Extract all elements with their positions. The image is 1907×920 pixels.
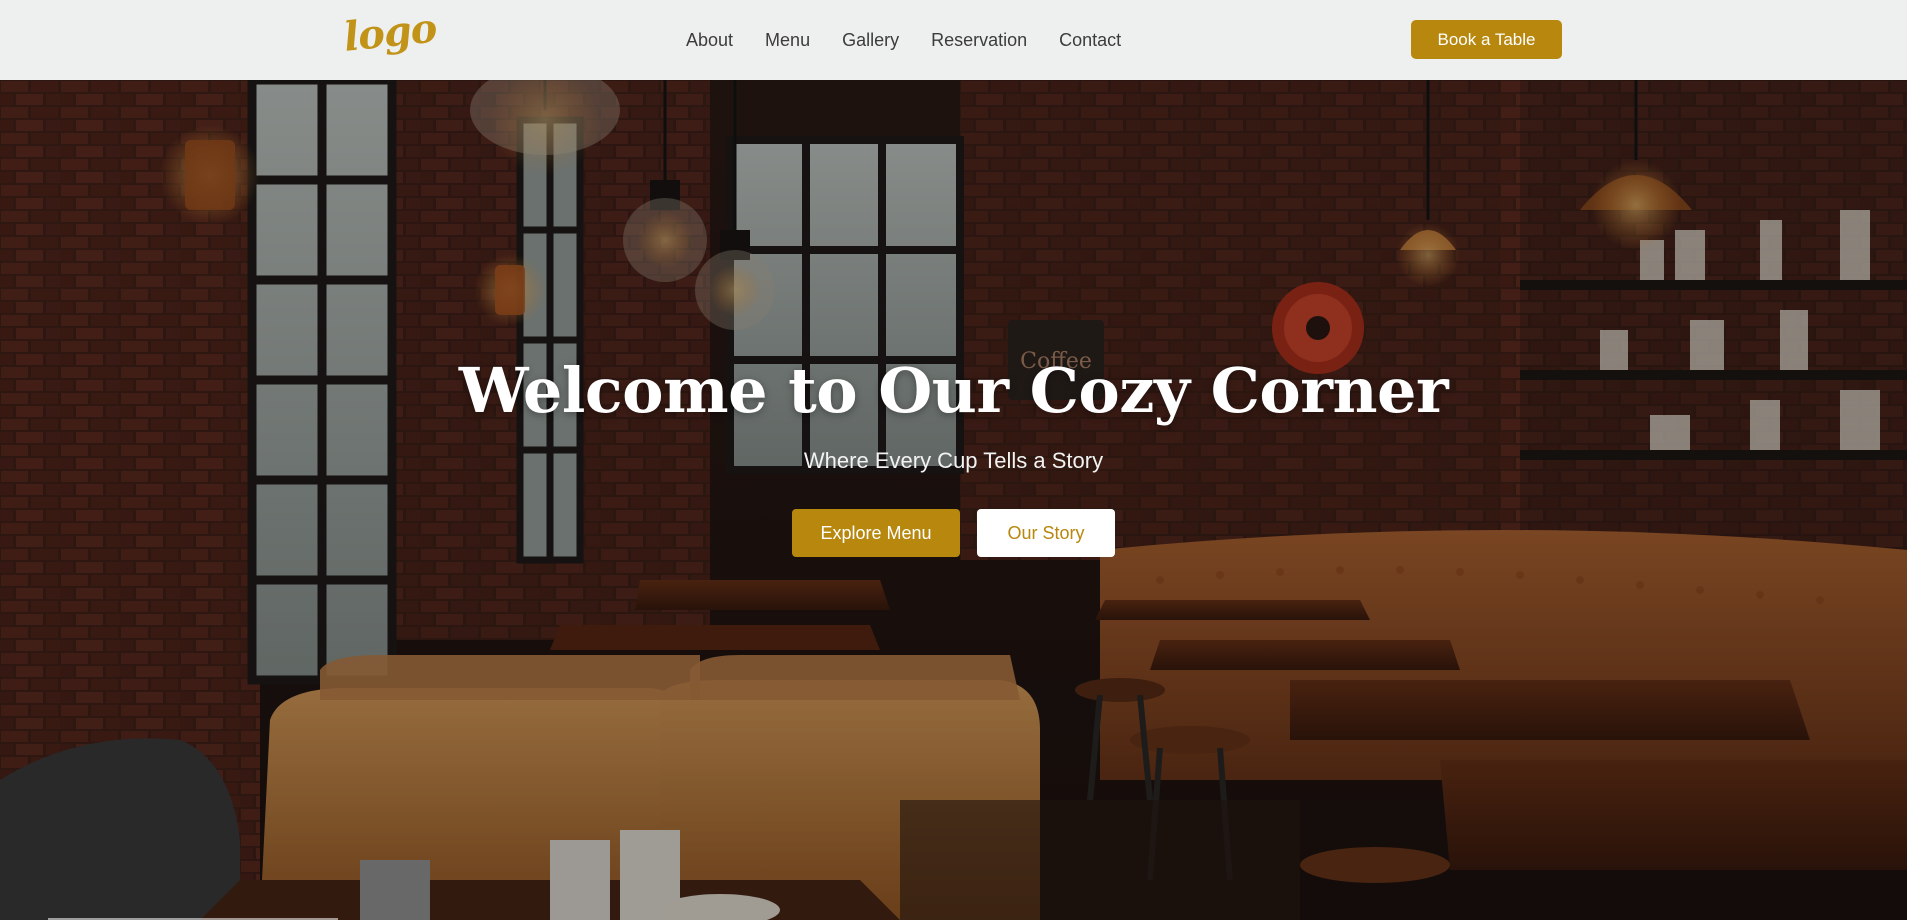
logo[interactable]: logo — [342, 4, 439, 60]
nav-link-contact[interactable]: Contact — [1059, 30, 1121, 51]
nav-link-reservation[interactable]: Reservation — [931, 30, 1027, 51]
site-header: logo About Menu Gallery Reservation Cont… — [0, 0, 1907, 80]
main-nav: About Menu Gallery Reservation Contact — [686, 0, 1153, 80]
hero-section: Coffee Welcome to Our Cozy Corner Where … — [0, 80, 1907, 920]
nav-link-menu[interactable]: Menu — [765, 30, 810, 51]
page: logo About Menu Gallery Reservation Cont… — [0, 0, 1907, 920]
hero-title: Welcome to Our Cozy Corner — [458, 354, 1449, 427]
book-a-table-button[interactable]: Book a Table — [1411, 20, 1562, 59]
hero-subtitle: Where Every Cup Tells a Story — [803, 448, 1104, 473]
nav-link-about[interactable]: About — [686, 30, 733, 51]
nav-link-gallery[interactable]: Gallery — [842, 30, 899, 51]
hero-dark-overlay — [0, 80, 1907, 920]
explore-menu-button[interactable]: Explore Menu — [792, 509, 960, 557]
our-story-button[interactable]: Our Story — [977, 509, 1115, 557]
